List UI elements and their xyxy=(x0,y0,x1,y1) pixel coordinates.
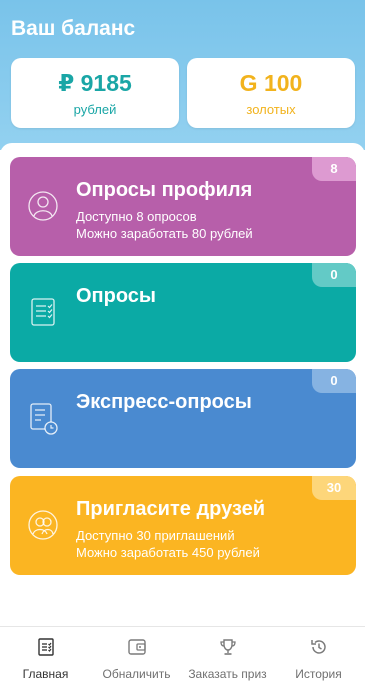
tile-badge: 0 xyxy=(312,263,356,287)
tile-title: Опросы профиля xyxy=(76,179,253,201)
tile-title: Пригласите друзей xyxy=(76,498,266,520)
nav-item-order-prize[interactable]: Заказать приз xyxy=(182,627,273,689)
page-title: Ваш баланс xyxy=(11,17,136,40)
rubles-balance-label: рублей xyxy=(73,102,117,117)
timed-checklist-icon xyxy=(30,403,58,435)
checklist-icon xyxy=(31,298,55,326)
tile-profile-surveys[interactable]: 8 Опросы профиля Доступно 8 опросов Можн… xyxy=(10,157,356,256)
nav-label: История xyxy=(295,667,342,681)
rubles-balance-value: ₽ 9185 xyxy=(58,70,132,96)
user-icon xyxy=(28,191,58,221)
tile-invite-friends[interactable]: 30 Пригласите друзей Доступно 30 приглаш… xyxy=(10,476,356,575)
home-list-icon xyxy=(38,638,54,656)
friends-icon xyxy=(28,510,58,540)
rubles-balance-card[interactable]: ₽ 9185 рублей xyxy=(11,58,179,128)
tile-badge: 30 xyxy=(312,476,356,500)
tile-available-text: Доступно 8 опросов xyxy=(76,209,197,224)
bottom-navigation: Главная Обналичить Заказать приз История xyxy=(0,626,365,689)
tile-badge: 8 xyxy=(312,157,356,181)
tile-surveys[interactable]: 0 Опросы xyxy=(10,263,356,362)
nav-label: Заказать приз xyxy=(188,667,267,681)
tile-available-text: Доступно 30 приглашений xyxy=(76,528,235,543)
nav-label: Главная xyxy=(22,667,69,681)
gold-balance-card[interactable]: G 100 золотых xyxy=(187,58,355,128)
tile-badge: 0 xyxy=(312,369,356,393)
nav-item-home[interactable]: Главная xyxy=(0,627,91,689)
nav-item-history[interactable]: История xyxy=(273,627,364,689)
wallet-icon xyxy=(128,639,146,655)
nav-label: Обналичить xyxy=(102,667,171,681)
main-content: 8 Опросы профиля Доступно 8 опросов Можн… xyxy=(0,143,365,626)
tile-express-surveys[interactable]: 0 Экспресс-опросы xyxy=(10,369,356,468)
tile-earn-text: Можно заработать 450 рублей xyxy=(76,545,260,560)
header: Ваш баланс ₽ 9185 рублей G 100 золотых xyxy=(0,0,365,150)
gold-balance-label: золотых xyxy=(246,102,296,117)
history-icon xyxy=(311,640,326,654)
nav-item-cashout[interactable]: Обналичить xyxy=(91,627,182,689)
tile-title: Опросы xyxy=(76,285,157,307)
tile-title: Экспресс-опросы xyxy=(76,391,252,413)
trophy-icon xyxy=(220,639,236,655)
gold-balance-value: G 100 xyxy=(239,70,303,96)
tile-earn-text: Можно заработать 80 рублей xyxy=(76,226,253,241)
